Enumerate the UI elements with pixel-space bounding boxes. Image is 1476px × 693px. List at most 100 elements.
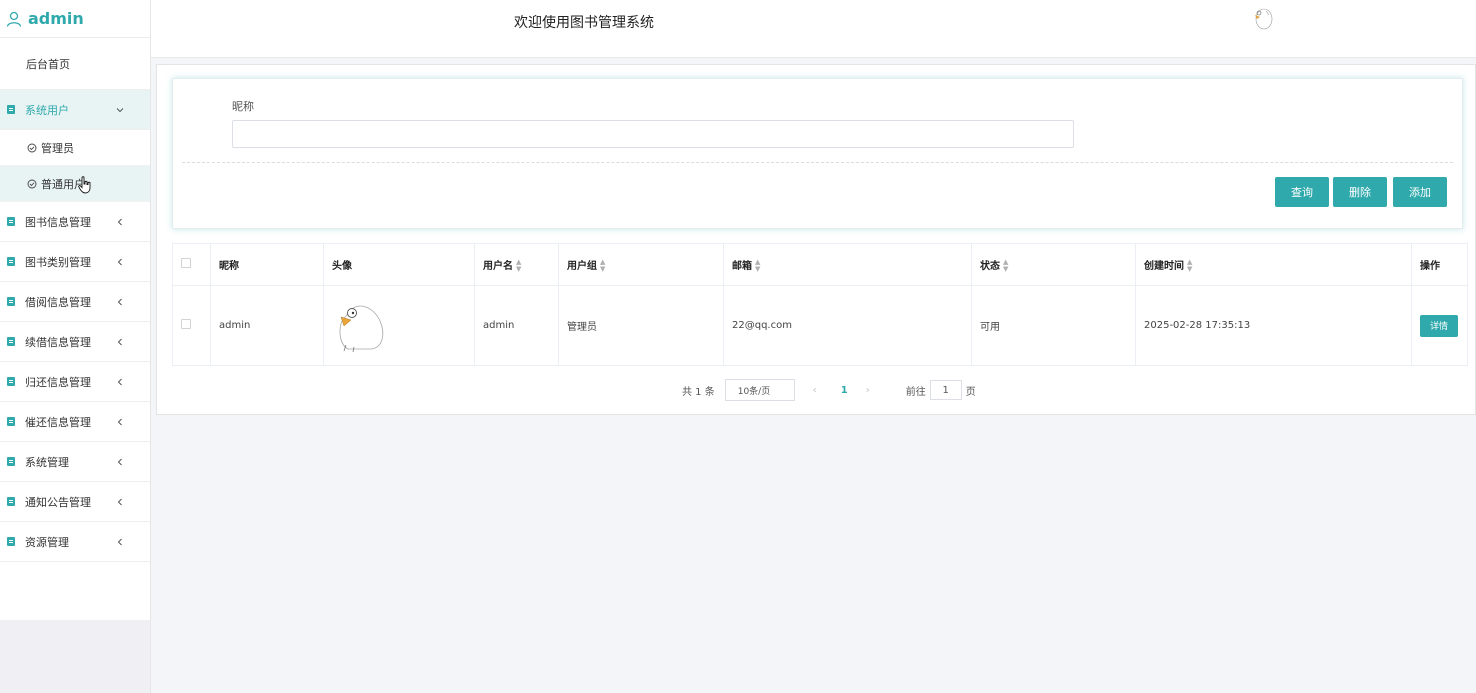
nickname-label: 昵称 xyxy=(232,100,254,113)
document-icon xyxy=(7,217,15,226)
sidebar-item-label: 图书类别管理 xyxy=(25,255,91,269)
select-all-cell[interactable] xyxy=(172,243,211,286)
sidebar-item[interactable]: 续借信息管理 xyxy=(0,322,150,362)
sidebar-item-label: 系统管理 xyxy=(25,455,69,469)
cell-username: admin xyxy=(474,285,559,366)
next-page-icon[interactable]: › xyxy=(866,385,876,396)
sidebar-item-label: 催还信息管理 xyxy=(25,415,91,429)
sort-icon[interactable]: ▲ ▼ xyxy=(600,258,605,273)
user-table: 昵称 头像 用户名 ▲ ▼ 用户组 ▲ ▼ 邮箱 ▲ ▼ 状态 ▲ ▼ 创建时间 ▲ ▼ 操作 ad… xyxy=(172,243,1468,366)
chevron-left-icon xyxy=(117,338,122,345)
column-label: 用户组 xyxy=(567,260,597,272)
page-title: 欢迎使用图书管理系统 xyxy=(514,15,654,31)
chevron-left-icon xyxy=(117,378,122,385)
chevron-left-icon xyxy=(117,498,122,505)
delete-button[interactable]: 删除 xyxy=(1333,177,1387,207)
duck-avatar-icon xyxy=(339,305,384,352)
sidebar-item[interactable]: 系统管理 xyxy=(0,442,150,482)
sidebar-item-label: 续借信息管理 xyxy=(25,335,91,349)
table-row: admin admin 管理员 22@qq.com 可用 2025-02-28 … xyxy=(172,285,1468,366)
top-header: 欢迎使用图书管理系统 xyxy=(151,0,1476,58)
check-circle-icon xyxy=(27,179,37,188)
sidebar-subitem-normal-users[interactable]: 普通用户 xyxy=(0,166,150,202)
column-label: 用户名 xyxy=(483,260,513,272)
column-username[interactable]: 用户名 ▲ ▼ xyxy=(474,243,559,286)
column-created[interactable]: 创建时间 ▲ ▼ xyxy=(1135,243,1412,286)
sidebar-item-label: 归还信息管理 xyxy=(25,375,91,389)
document-icon xyxy=(7,297,15,306)
column-email[interactable]: 邮箱 ▲ ▼ xyxy=(723,243,972,286)
cell-status: 可用 xyxy=(971,285,1136,366)
chevron-left-icon xyxy=(117,458,122,465)
sidebar-item-home[interactable]: 后台首页 xyxy=(0,38,150,90)
sidebar-item[interactable]: 催还信息管理 xyxy=(0,402,150,442)
sidebar-item[interactable]: 资源管理 xyxy=(0,522,150,562)
chevron-left-icon xyxy=(117,538,122,545)
sidebar-item[interactable]: 归还信息管理 xyxy=(0,362,150,402)
chevron-left-icon xyxy=(117,218,122,225)
duck-avatar-icon[interactable] xyxy=(1249,5,1277,31)
row-select-cell[interactable] xyxy=(172,285,211,366)
document-icon xyxy=(7,257,15,266)
column-group[interactable]: 用户组 ▲ ▼ xyxy=(558,243,724,286)
user-icon xyxy=(6,11,22,27)
document-icon xyxy=(7,497,15,506)
sidebar-menu-list: 图书信息管理 图书类别管理借阅信息管理续借信息管理 归还信息管理 催还信息管理 系统管理… xyxy=(0,202,150,562)
brand: admin xyxy=(0,0,150,38)
document-icon xyxy=(7,105,15,114)
table-header-row: 昵称 头像 用户名 ▲ ▼ 用户组 ▲ ▼ 邮箱 ▲ ▼ 状态 ▲ ▼ 创建时间 ▲ ▼ 操作 xyxy=(172,243,1468,286)
column-label: 创建时间 xyxy=(1144,260,1184,272)
content-panel: 昵称 查询 删除 添加 昵称 头像 用户名 ▲ ▼ 用户组 ▲ ▼ 邮箱 ▲ ▼ 状态 ▲ ▼ xyxy=(156,64,1476,415)
document-icon xyxy=(7,457,15,466)
nickname-input[interactable] xyxy=(232,120,1074,148)
sidebar-item-label: 系统用户 xyxy=(25,103,69,117)
sort-icon[interactable]: ▲ ▼ xyxy=(516,258,521,273)
select-all-checkbox[interactable] xyxy=(181,258,191,268)
sort-icon[interactable]: ▲ ▼ xyxy=(1187,258,1192,273)
column-action: 操作 xyxy=(1411,243,1468,286)
sidebar-subitem-admins[interactable]: 管理员 xyxy=(0,130,150,166)
column-status[interactable]: 状态 ▲ ▼ xyxy=(971,243,1136,286)
column-avatar: 头像 xyxy=(323,243,475,286)
column-nickname: 昵称 xyxy=(210,243,324,286)
sidebar-subitem-label: 管理员 xyxy=(41,141,74,155)
cell-email: 22@qq.com xyxy=(723,285,972,366)
sidebar-item[interactable]: 通知公告管理 xyxy=(0,482,150,522)
sort-icon[interactable]: ▲ ▼ xyxy=(1003,258,1008,273)
document-icon xyxy=(7,417,15,426)
sidebar: admin 后台首页 系统用户 管理员 普通用户 图书信息管理 图书类别管理借阅信… xyxy=(0,0,151,693)
document-icon xyxy=(7,377,15,386)
goto-label: 前往 xyxy=(905,386,926,398)
query-button[interactable]: 查询 xyxy=(1275,177,1329,207)
page-number-current[interactable]: 1 xyxy=(841,385,848,396)
chevron-left-icon xyxy=(117,258,122,265)
row-checkbox[interactable] xyxy=(181,319,191,329)
chevron-down-icon xyxy=(116,107,124,112)
sidebar-item[interactable]: 图书类别管理 xyxy=(0,242,150,282)
sidebar-item-label: 通知公告管理 xyxy=(25,495,91,509)
cell-avatar xyxy=(323,285,475,366)
add-button[interactable]: 添加 xyxy=(1393,177,1447,207)
sidebar-item[interactable]: 图书信息管理 xyxy=(0,202,150,242)
cell-group: 管理员 xyxy=(558,285,724,366)
detail-button[interactable]: 详情 xyxy=(1420,314,1458,337)
cell-action: 详情 xyxy=(1411,285,1468,366)
document-icon xyxy=(7,537,15,546)
sidebar-item-system-users[interactable]: 系统用户 xyxy=(0,90,150,130)
pagination-total: 共 1 条 xyxy=(682,386,715,398)
sort-icon[interactable]: ▲ ▼ xyxy=(755,258,760,273)
column-label: 邮箱 xyxy=(732,260,752,272)
page-suffix: 页 xyxy=(965,386,976,398)
pagination: 共 1 条 10条/页 ‹ 1 › 前往 1 页 xyxy=(682,379,976,401)
chevron-left-icon xyxy=(117,298,122,305)
page-size-select[interactable]: 10条/页 xyxy=(724,379,795,401)
chevron-left-icon xyxy=(117,418,122,425)
sidebar-item-label: 图书信息管理 xyxy=(25,215,91,229)
prev-page-icon[interactable]: ‹ xyxy=(813,385,823,396)
cell-nickname: admin xyxy=(210,285,324,366)
sidebar-item[interactable]: 借阅信息管理 xyxy=(0,282,150,322)
search-form: 昵称 查询 删除 添加 xyxy=(172,78,1463,229)
goto-page-input[interactable]: 1 xyxy=(929,380,962,400)
brand-name: admin xyxy=(28,9,84,28)
column-label: 状态 xyxy=(980,260,1000,272)
